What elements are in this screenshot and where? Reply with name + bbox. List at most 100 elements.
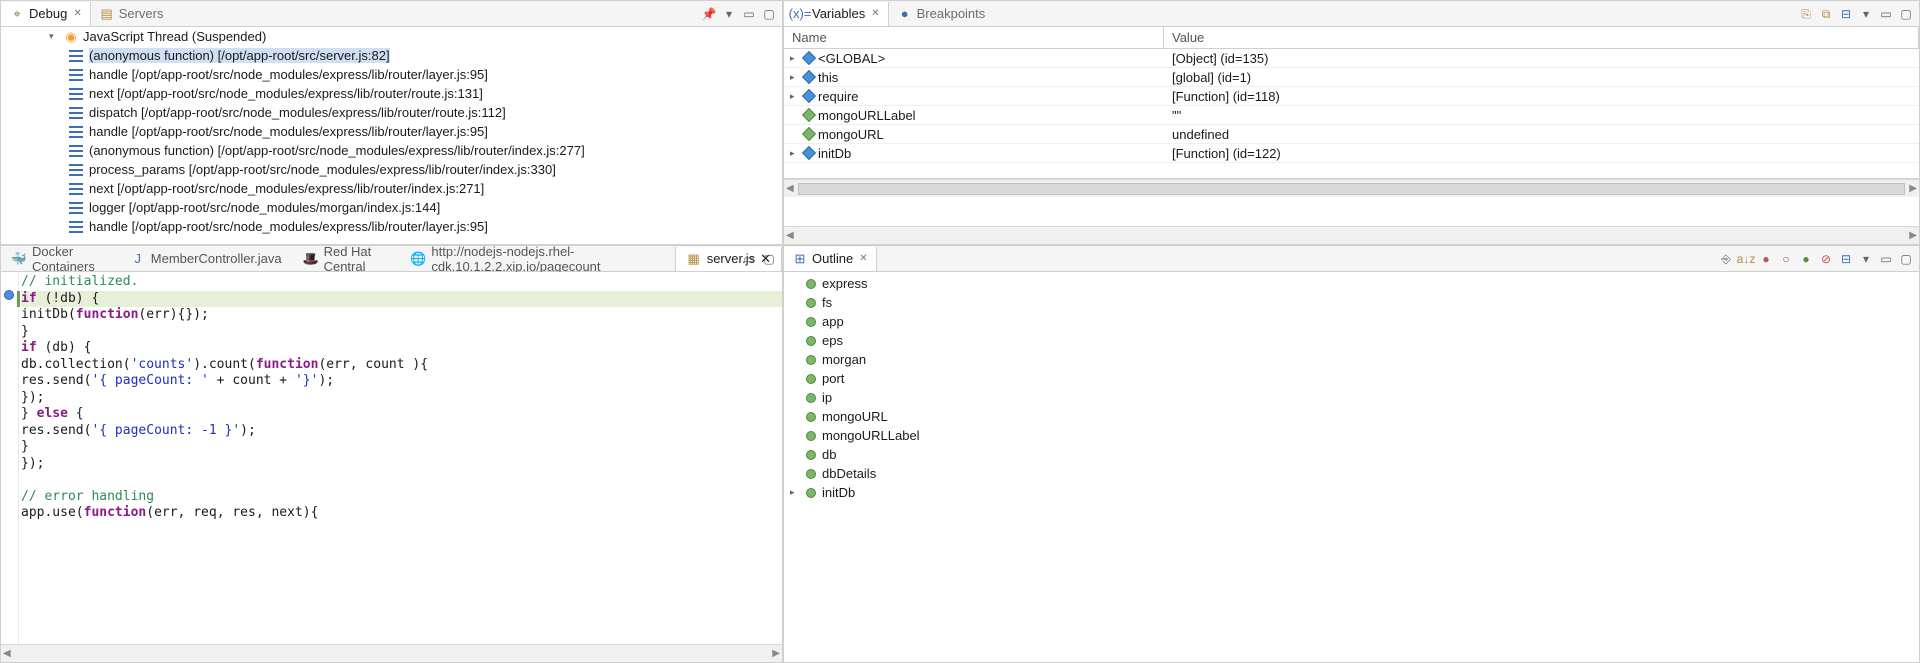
variable-row[interactable]: ▸require[Function] (id=118) — [784, 87, 1919, 106]
collapse-icon[interactable]: ⊟ — [1837, 5, 1855, 23]
outline-item[interactable]: fs — [784, 293, 1919, 312]
tab-docker[interactable]: 🐳Docker Containers — [1, 247, 120, 271]
hide-static-icon[interactable]: ○ — [1777, 250, 1795, 268]
collapse-icon[interactable]: ⊟ — [1837, 250, 1855, 268]
chevron-down-icon[interactable]: ▾ — [49, 31, 59, 42]
tab-browser[interactable]: 🌐http://nodejs-nodejs.rhel-cdk.10.1.2.2.… — [400, 247, 674, 271]
thread-row[interactable]: ▾ ◉ JavaScript Thread (Suspended) — [1, 27, 782, 46]
col-value[interactable]: Value — [1164, 27, 1919, 48]
outline-item[interactable]: mongoURLLabel — [784, 426, 1919, 445]
hide-fields-icon[interactable]: ● — [1757, 250, 1775, 268]
variables-detail[interactable] — [784, 197, 1919, 226]
code-line[interactable]: if (db) { — [21, 340, 782, 357]
outline-item[interactable]: dbDetails — [784, 464, 1919, 483]
outline-item[interactable]: ▸initDb — [784, 483, 1919, 502]
show-logical-icon[interactable]: ⧉ — [1817, 5, 1835, 23]
outline-item[interactable]: ip — [784, 388, 1919, 407]
variable-row[interactable]: ▸<GLOBAL>[Object] (id=135) — [784, 49, 1919, 68]
view-menu-icon[interactable]: ▾ — [720, 5, 738, 23]
close-icon[interactable]: ✕ — [871, 8, 879, 19]
outline-item[interactable]: db — [784, 445, 1919, 464]
editor-hscroll[interactable]: ◀ ▶ — [1, 644, 782, 662]
maximize-icon[interactable]: ▢ — [1897, 5, 1915, 23]
code-line[interactable]: res.send('{ pageCount: -1 }'); — [21, 423, 782, 440]
close-icon[interactable]: ✕ — [859, 253, 867, 264]
code-editor[interactable]: // initialized. if (!db) { initDb(functi… — [1, 272, 782, 644]
code-line[interactable]: } else { — [21, 406, 782, 423]
minimize-icon[interactable]: ▭ — [1877, 250, 1895, 268]
outline-tree[interactable]: expressfsappepsmorganportipmongoURLmongo… — [784, 272, 1919, 662]
chevron-right-icon[interactable]: ▸ — [790, 53, 800, 64]
stack-frame[interactable]: dispatch [/opt/app-root/src/node_modules… — [1, 103, 782, 122]
hide-local-icon[interactable]: ⊘ — [1817, 250, 1835, 268]
maximize-icon[interactable]: ▢ — [1897, 250, 1915, 268]
stack-frame[interactable]: process_params [/opt/app-root/src/node_m… — [1, 160, 782, 179]
variable-row[interactable]: mongoURLLabel"" — [784, 106, 1919, 125]
stack-frame[interactable]: handle [/opt/app-root/src/node_modules/e… — [1, 217, 782, 236]
minimize-icon[interactable]: ▭ — [740, 250, 758, 268]
tab-variables[interactable]: (x)= Variables ✕ — [784, 2, 889, 26]
variable-row[interactable]: ▸this[global] (id=1) — [784, 68, 1919, 87]
code-line[interactable]: // error handling — [21, 489, 782, 506]
outline-item[interactable]: morgan — [784, 350, 1919, 369]
code-line[interactable]: // initialized. — [21, 274, 782, 291]
stack-frame[interactable]: handle [/opt/app-root/src/node_modules/e… — [1, 122, 782, 141]
tab-redhat[interactable]: 🎩Red Hat Central — [293, 247, 401, 271]
variables-body[interactable]: ▸<GLOBAL>[Object] (id=135)▸this[global] … — [784, 49, 1919, 179]
code-line[interactable]: app.use(function(err, req, res, next){ — [21, 505, 782, 522]
outline-item[interactable]: mongoURL — [784, 407, 1919, 426]
code-line[interactable]: }); — [21, 390, 782, 407]
scroll-right-icon[interactable]: ▶ — [1909, 183, 1917, 194]
minimize-icon[interactable]: ▭ — [740, 5, 758, 23]
scroll-right-icon[interactable]: ▶ — [772, 648, 780, 659]
code-line[interactable]: initDb(function(err){}); — [21, 307, 782, 324]
chevron-right-icon[interactable]: ▸ — [790, 91, 800, 102]
code-line[interactable]: db.collection('counts').count(function(e… — [21, 357, 782, 374]
chevron-right-icon[interactable]: ▸ — [790, 72, 800, 83]
debug-tree[interactable]: ▾ ◉ JavaScript Thread (Suspended) (anony… — [1, 27, 782, 244]
stack-frame[interactable]: next [/opt/app-root/src/node_modules/exp… — [1, 84, 782, 103]
stack-frame[interactable]: (anonymous function) [/opt/app-root/src/… — [1, 46, 782, 65]
minimize-icon[interactable]: ▭ — [1877, 5, 1895, 23]
view-menu-icon[interactable]: ▾ — [1857, 250, 1875, 268]
close-icon[interactable]: ✕ — [73, 8, 81, 19]
tab-outline[interactable]: ⊞ Outline ✕ — [784, 247, 877, 271]
code-line[interactable]: if (!db) { — [21, 291, 782, 308]
maximize-icon[interactable]: ▢ — [760, 5, 778, 23]
scroll-left-icon[interactable]: ◀ — [786, 183, 794, 194]
stack-frame[interactable]: logger [/opt/app-root/src/node_modules/m… — [1, 198, 782, 217]
pin-icon[interactable]: 📌 — [700, 5, 718, 23]
chevron-right-icon[interactable]: ▸ — [790, 487, 800, 498]
code-line[interactable]: res.send('{ pageCount: ' + count + '}'); — [21, 373, 782, 390]
scroll-left-icon[interactable]: ◀ — [786, 230, 794, 241]
code-line[interactable] — [21, 472, 782, 489]
scroll-right-icon[interactable]: ▶ — [1909, 230, 1917, 241]
hide-nonpublic-icon[interactable]: ● — [1797, 250, 1815, 268]
outline-item[interactable]: port — [784, 369, 1919, 388]
stack-frame[interactable]: handle [/opt/app-root/src/node_modules/e… — [1, 65, 782, 84]
outline-item[interactable]: express — [784, 274, 1919, 293]
variables-hscroll[interactable]: ◀ ▶ — [784, 179, 1919, 197]
sort-icon[interactable]: a↓z — [1737, 250, 1755, 268]
code-line[interactable]: } — [21, 439, 782, 456]
outline-item[interactable]: eps — [784, 331, 1919, 350]
code-line[interactable]: } — [21, 324, 782, 341]
stack-frame[interactable]: next [/opt/app-root/src/node_modules/exp… — [1, 179, 782, 198]
scroll-left-icon[interactable]: ◀ — [3, 648, 11, 659]
view-menu-icon[interactable]: ▾ — [1857, 5, 1875, 23]
variable-row[interactable]: mongoURLundefined — [784, 125, 1919, 144]
maximize-icon[interactable]: ▢ — [760, 250, 778, 268]
code-line[interactable]: }); — [21, 456, 782, 473]
tab-java[interactable]: JMemberController.java — [120, 247, 293, 271]
variables-detail-hscroll[interactable]: ◀ ▶ — [784, 226, 1919, 244]
focus-icon[interactable]: ⎆ — [1717, 250, 1735, 268]
tab-debug[interactable]: ⌖ Debug ✕ — [1, 2, 91, 26]
chevron-right-icon[interactable]: ▸ — [790, 148, 800, 159]
outline-item[interactable]: app — [784, 312, 1919, 331]
tab-servers[interactable]: ▤ Servers — [91, 2, 173, 26]
col-name[interactable]: Name — [784, 27, 1164, 48]
show-type-icon[interactable]: ⎘ — [1797, 5, 1815, 23]
tab-breakpoints[interactable]: ● Breakpoints — [889, 2, 995, 26]
variable-row[interactable]: ▸initDb[Function] (id=122) — [784, 144, 1919, 163]
scroll-track[interactable] — [798, 183, 1906, 195]
